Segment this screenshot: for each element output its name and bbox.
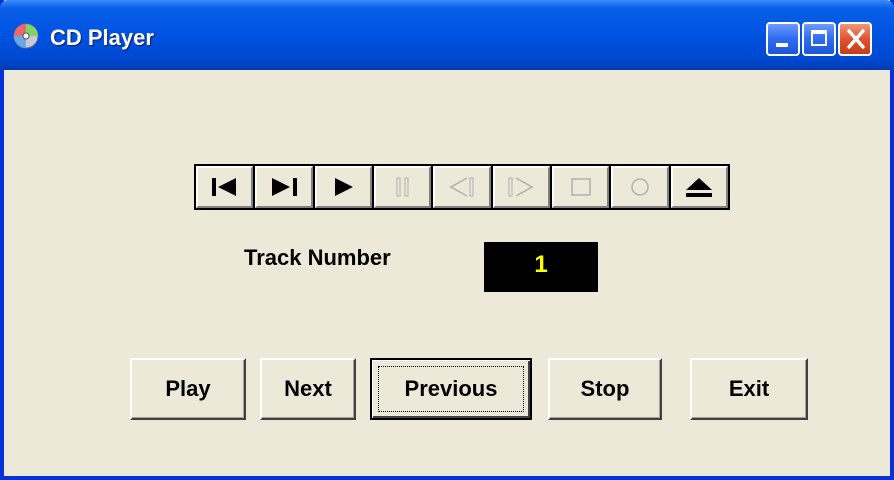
- record-icon: [631, 178, 649, 196]
- minimize-button[interactable]: [766, 22, 800, 56]
- prev-track-button[interactable]: [196, 166, 254, 208]
- eject-button[interactable]: [670, 166, 728, 208]
- title-bar[interactable]: CD Player: [0, 0, 894, 70]
- maximize-button[interactable]: [802, 22, 836, 56]
- exit-button[interactable]: Exit: [690, 358, 808, 420]
- next-track-button[interactable]: [255, 166, 313, 208]
- cd-disc-icon: [12, 22, 40, 50]
- track-number-label: Track Number: [244, 245, 391, 270]
- close-icon: [845, 27, 867, 51]
- fast-forward-icon: [508, 177, 534, 197]
- rewind-button[interactable]: [433, 166, 491, 208]
- eject-icon: [686, 178, 713, 197]
- stop-button[interactable]: [551, 166, 610, 208]
- play-button[interactable]: [314, 166, 372, 208]
- play-button[interactable]: Play: [130, 358, 246, 420]
- track-number-display: 1: [484, 242, 598, 292]
- stop-icon: [570, 178, 591, 196]
- minimize-icon: [776, 43, 788, 47]
- skip-back-icon: [211, 178, 236, 196]
- record-button[interactable]: [611, 166, 669, 208]
- next-button[interactable]: Next: [260, 358, 356, 420]
- fast-forward-button[interactable]: [492, 166, 550, 208]
- pause-button[interactable]: [373, 166, 432, 208]
- maximize-icon: [811, 30, 827, 46]
- focus-rectangle: [378, 366, 524, 412]
- skip-forward-icon: [271, 178, 297, 196]
- close-button[interactable]: [838, 22, 872, 56]
- window-title: CD Player: [50, 25, 154, 50]
- mci-control-toolbar: [194, 164, 730, 210]
- pause-icon: [396, 177, 409, 197]
- stop-button[interactable]: Stop: [548, 358, 662, 420]
- cd-player-window: CD Player Track Number 1 Play Next Previ…: [0, 0, 894, 480]
- play-icon: [335, 178, 354, 196]
- rewind-icon: [449, 177, 474, 197]
- previous-button[interactable]: Previous: [370, 358, 532, 420]
